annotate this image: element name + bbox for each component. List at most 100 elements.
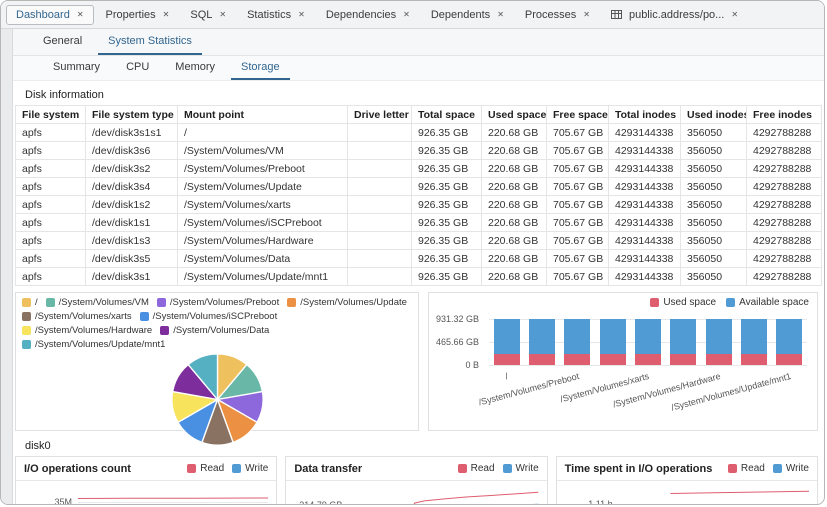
table-cell: 705.67 GB bbox=[547, 196, 609, 214]
legend-swatch bbox=[22, 326, 31, 335]
legend-item-write[interactable]: Write bbox=[503, 463, 539, 474]
bar-system-volumes-update-mnt1 bbox=[776, 319, 802, 365]
bar-segment-used bbox=[741, 354, 767, 365]
close-icon[interactable]: ✕ bbox=[219, 11, 226, 19]
legend-swatch bbox=[773, 464, 782, 473]
legend-item-system-volumes-hardware[interactable]: /System/Volumes/Hardware bbox=[22, 324, 152, 337]
legend-item-system-volumes-update[interactable]: /System/Volumes/Update bbox=[287, 296, 407, 309]
disk-information-title: Disk information bbox=[15, 85, 818, 105]
legend-item-read[interactable]: Read bbox=[187, 463, 224, 474]
tab-properties[interactable]: Properties✕ bbox=[97, 6, 179, 24]
legend-item-read[interactable]: Read bbox=[458, 463, 495, 474]
tab-system-statistics[interactable]: System Statistics bbox=[98, 29, 202, 55]
legend-item-[interactable]: / bbox=[22, 296, 38, 309]
tab-storage[interactable]: Storage bbox=[231, 56, 290, 80]
legend-label: / bbox=[35, 296, 38, 309]
tab-dashboard[interactable]: Dashboard✕ bbox=[6, 5, 94, 25]
y-tick-label: 465.66 GB bbox=[436, 337, 479, 347]
top-tab-bar: Dashboard✕Properties✕SQL✕Statistics✕Depe… bbox=[1, 1, 824, 29]
tab-general[interactable]: General bbox=[33, 29, 92, 55]
tab-label: General bbox=[43, 35, 82, 47]
tab-public-address-po[interactable]: public.address/po...✕ bbox=[602, 6, 747, 24]
legend-item-system-volumes-update-mnt1[interactable]: /System/Volumes/Update/mnt1 bbox=[22, 338, 165, 351]
bar-segment-available bbox=[600, 319, 626, 354]
legend-item-system-volumes-iscpreboot[interactable]: /System/Volumes/iSCPreboot bbox=[140, 310, 278, 323]
legend-swatch bbox=[160, 326, 169, 335]
tab-label: Dependencies bbox=[326, 9, 396, 21]
legend-swatch bbox=[157, 298, 166, 307]
table-cell: 4292788288 bbox=[747, 214, 822, 232]
table-cell: 4292788288 bbox=[747, 196, 822, 214]
close-icon[interactable]: ✕ bbox=[77, 11, 84, 19]
legend-item-system-volumes-xarts[interactable]: /System/Volumes/xarts bbox=[22, 310, 132, 323]
legend-item-used-space[interactable]: Used space bbox=[650, 297, 716, 308]
y-tick-label: 931.32 GB bbox=[436, 314, 479, 324]
column-header-file-system-type: File system type bbox=[86, 106, 178, 124]
table-cell: 4293144338 bbox=[609, 124, 681, 142]
bar-segment-available bbox=[776, 319, 802, 354]
table-row: apfs/dev/disk3s2/System/Volumes/Preboot9… bbox=[16, 160, 822, 178]
legend-swatch bbox=[728, 464, 737, 473]
storage-content: Disk information File systemFile system … bbox=[13, 81, 824, 505]
table-cell: apfs bbox=[16, 232, 86, 250]
bar-slot bbox=[560, 319, 595, 365]
legend-item-system-volumes-preboot[interactable]: /System/Volumes/Preboot bbox=[157, 296, 279, 309]
legend-item-system-volumes-vm[interactable]: /System/Volumes/VM bbox=[46, 296, 149, 309]
tab-label: Memory bbox=[175, 61, 215, 73]
table-cell: /dev/disk1s2 bbox=[86, 196, 178, 214]
table-cell: apfs bbox=[16, 160, 86, 178]
table-cell: 220.68 GB bbox=[482, 124, 547, 142]
y-tick-label: 314.79 GB bbox=[290, 500, 342, 505]
close-icon[interactable]: ✕ bbox=[403, 11, 410, 19]
legend-item-system-volumes-data[interactable]: /System/Volumes/Data bbox=[160, 324, 269, 337]
table-cell: 356050 bbox=[681, 214, 747, 232]
table-cell: 705.67 GB bbox=[547, 124, 609, 142]
tab-processes[interactable]: Processes ✕ bbox=[516, 6, 599, 24]
legend-label: /System/Volumes/iSCPreboot bbox=[153, 310, 278, 323]
close-icon[interactable]: ✕ bbox=[583, 11, 590, 19]
bar- bbox=[494, 319, 520, 365]
column-header-used-space: Used space bbox=[482, 106, 547, 124]
legend-swatch bbox=[22, 340, 31, 349]
legend-label: Write bbox=[245, 463, 268, 474]
table-cell: apfs bbox=[16, 196, 86, 214]
tab-memory[interactable]: Memory bbox=[165, 56, 225, 80]
legend-label: Write bbox=[786, 463, 809, 474]
tab-label: Processes bbox=[525, 9, 576, 21]
io-operations-count-title: I/O operations count bbox=[24, 463, 131, 475]
legend-item-available-space[interactable]: Available space bbox=[726, 297, 809, 308]
data-transfer-title: Data transfer bbox=[294, 463, 362, 475]
column-header-used-inodes: Used inodes bbox=[681, 106, 747, 124]
tab-statistics[interactable]: Statistics✕ bbox=[238, 6, 314, 24]
close-icon[interactable]: ✕ bbox=[731, 11, 738, 19]
close-icon[interactable]: ✕ bbox=[163, 11, 170, 19]
legend-item-read[interactable]: Read bbox=[728, 463, 765, 474]
bar-system-volumes-iscpreboot bbox=[670, 319, 696, 365]
table-cell: 926.35 GB bbox=[412, 160, 482, 178]
table-cell: /dev/disk1s3 bbox=[86, 232, 178, 250]
column-header-file-system: File system bbox=[16, 106, 86, 124]
bar-segment-used bbox=[706, 354, 732, 365]
legend-swatch bbox=[287, 298, 296, 307]
legend-label: Available space bbox=[739, 297, 809, 308]
tab-sql[interactable]: SQL✕ bbox=[181, 6, 235, 24]
legend-item-write[interactable]: Write bbox=[773, 463, 809, 474]
table-cell: /System/Volumes/VM bbox=[178, 142, 348, 160]
tab-summary[interactable]: Summary bbox=[43, 56, 110, 80]
legend-swatch bbox=[187, 464, 196, 473]
legend-label: /System/Volumes/Update/mnt1 bbox=[35, 338, 165, 351]
close-icon[interactable]: ✕ bbox=[497, 11, 504, 19]
legend-item-write[interactable]: Write bbox=[232, 463, 268, 474]
left-panel-edge[interactable] bbox=[1, 29, 13, 504]
bar-segment-used bbox=[670, 354, 696, 365]
close-icon[interactable]: ✕ bbox=[298, 11, 305, 19]
tab-cpu[interactable]: CPU bbox=[116, 56, 159, 80]
tab-dependencies[interactable]: Dependencies ✕ bbox=[317, 6, 419, 24]
bar-chart-legend: Used space Available space bbox=[650, 297, 809, 308]
table-cell: 220.68 GB bbox=[482, 196, 547, 214]
disk-usage-pie-chart bbox=[169, 351, 266, 448]
tab-dependents[interactable]: Dependents✕ bbox=[422, 6, 513, 24]
table-cell: 356050 bbox=[681, 250, 747, 268]
legend-label: Read bbox=[200, 463, 224, 474]
table-cell: /System/Volumes/Hardware bbox=[178, 232, 348, 250]
